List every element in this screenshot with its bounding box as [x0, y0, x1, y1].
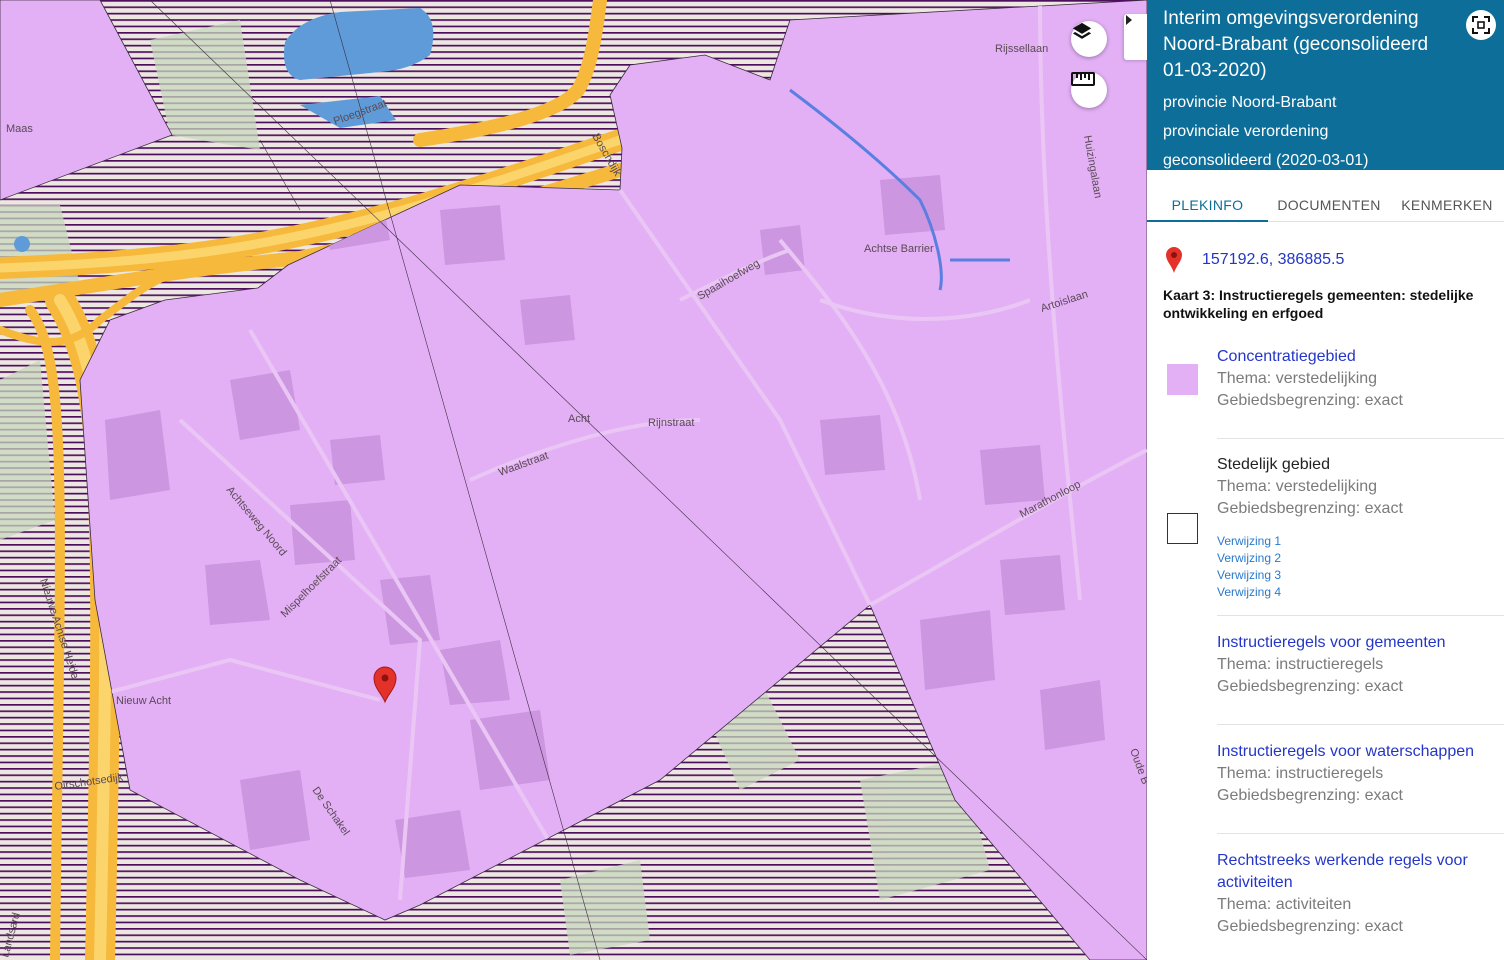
tab-plekinfo[interactable]: PLEKINFO	[1147, 170, 1268, 222]
tab-kenmerken[interactable]: KENMERKEN	[1390, 170, 1504, 221]
item-theme: Thema: instructieregels	[1217, 656, 1384, 673]
item-title-link[interactable]: Instructieregels voor waterschappen	[1217, 741, 1504, 763]
list-item: Instructieregels voor waterschappen Them…	[1217, 725, 1504, 834]
legend-swatch	[1167, 513, 1198, 544]
reference-link[interactable]: Verwijzing 3	[1217, 567, 1504, 584]
list-item: Instructieregels voor gemeenten Thema: i…	[1217, 616, 1504, 725]
item-boundary: Gebiedsbegrenzing: exact	[1217, 787, 1403, 804]
item-title-link[interactable]: Instructieregels voor gemeenten	[1217, 632, 1504, 654]
info-panel: Interim omgevingsverordening Noord-Braba…	[1147, 0, 1504, 960]
fullscreen-button[interactable]	[1466, 10, 1496, 40]
ruler-icon	[1071, 72, 1095, 86]
map-svg: Maas Ploegstraat Boschdijk Rijssellaan H…	[0, 0, 1147, 960]
item-boundary: Gebiedsbegrenzing: exact	[1217, 500, 1403, 517]
chevron-right-icon	[1126, 15, 1132, 25]
list-item: Stedelijk gebied Thema: verstedelijking …	[1167, 439, 1504, 616]
coordinates-link[interactable]: 157192.6, 386885.5	[1202, 251, 1344, 269]
panel-header: Interim omgevingsverordening Noord-Braba…	[1147, 0, 1504, 170]
item-theme: Thema: verstedelijking	[1217, 370, 1378, 387]
collapse-panel-button[interactable]	[1124, 14, 1147, 60]
location-row: 157192.6, 386885.5	[1147, 222, 1504, 278]
street-label: Acht	[568, 413, 590, 425]
street-label: Maas	[6, 123, 33, 135]
layers-button[interactable]	[1071, 21, 1107, 57]
reference-link[interactable]: Verwijzing 4	[1217, 584, 1504, 601]
map-canvas[interactable]: Maas Ploegstraat Boschdijk Rijssellaan H…	[0, 0, 1147, 960]
regulation-title: Interim omgevingsverordening Noord-Braba…	[1163, 8, 1429, 81]
item-theme: Thema: activiteiten	[1217, 896, 1352, 913]
list-item: Rechtstreeks werkende regels voor activi…	[1217, 834, 1504, 960]
reference-list: Verwijzing 1 Verwijzing 2 Verwijzing 3 V…	[1217, 533, 1504, 601]
map-pin-icon	[1166, 247, 1182, 273]
item-boundary: Gebiedsbegrenzing: exact	[1217, 392, 1403, 409]
tab-documenten[interactable]: DOCUMENTEN	[1268, 170, 1390, 221]
street-label: Achtse Barrier	[864, 243, 934, 255]
item-title-link[interactable]: Rechtstreeks werkende regels voor activi…	[1217, 850, 1504, 894]
reference-link[interactable]: Verwijzing 1	[1217, 533, 1504, 550]
street-label: Rijssellaan	[995, 43, 1048, 55]
item-theme: Thema: verstedelijking	[1217, 478, 1378, 495]
street-label: Nieuw Acht	[116, 695, 171, 707]
street-label: Rijnstraat	[648, 417, 694, 429]
fullscreen-icon	[1472, 16, 1490, 34]
document-type-label: provinciale verordening	[1163, 123, 1329, 140]
item-boundary: Gebiedsbegrenzing: exact	[1217, 918, 1403, 935]
legend-swatch	[1167, 364, 1198, 395]
map-layer-heading: Kaart 3: Instructieregels gemeenten: ste…	[1163, 287, 1474, 321]
item-theme: Thema: instructieregels	[1217, 765, 1384, 782]
panel-tabs: PLEKINFO DOCUMENTEN KENMERKEN	[1147, 170, 1504, 222]
item-boundary: Gebiedsbegrenzing: exact	[1217, 678, 1403, 695]
layers-icon	[1072, 22, 1092, 39]
measure-button[interactable]	[1071, 72, 1107, 108]
item-title-link[interactable]: Concentratiegebied	[1217, 346, 1504, 368]
reference-link[interactable]: Verwijzing 2	[1217, 550, 1504, 567]
list-item: Concentratiegebied Thema: verstedelijkin…	[1167, 346, 1504, 439]
authority-label: provincie Noord-Brabant	[1163, 94, 1337, 111]
item-title: Stedelijk gebied	[1217, 456, 1330, 473]
